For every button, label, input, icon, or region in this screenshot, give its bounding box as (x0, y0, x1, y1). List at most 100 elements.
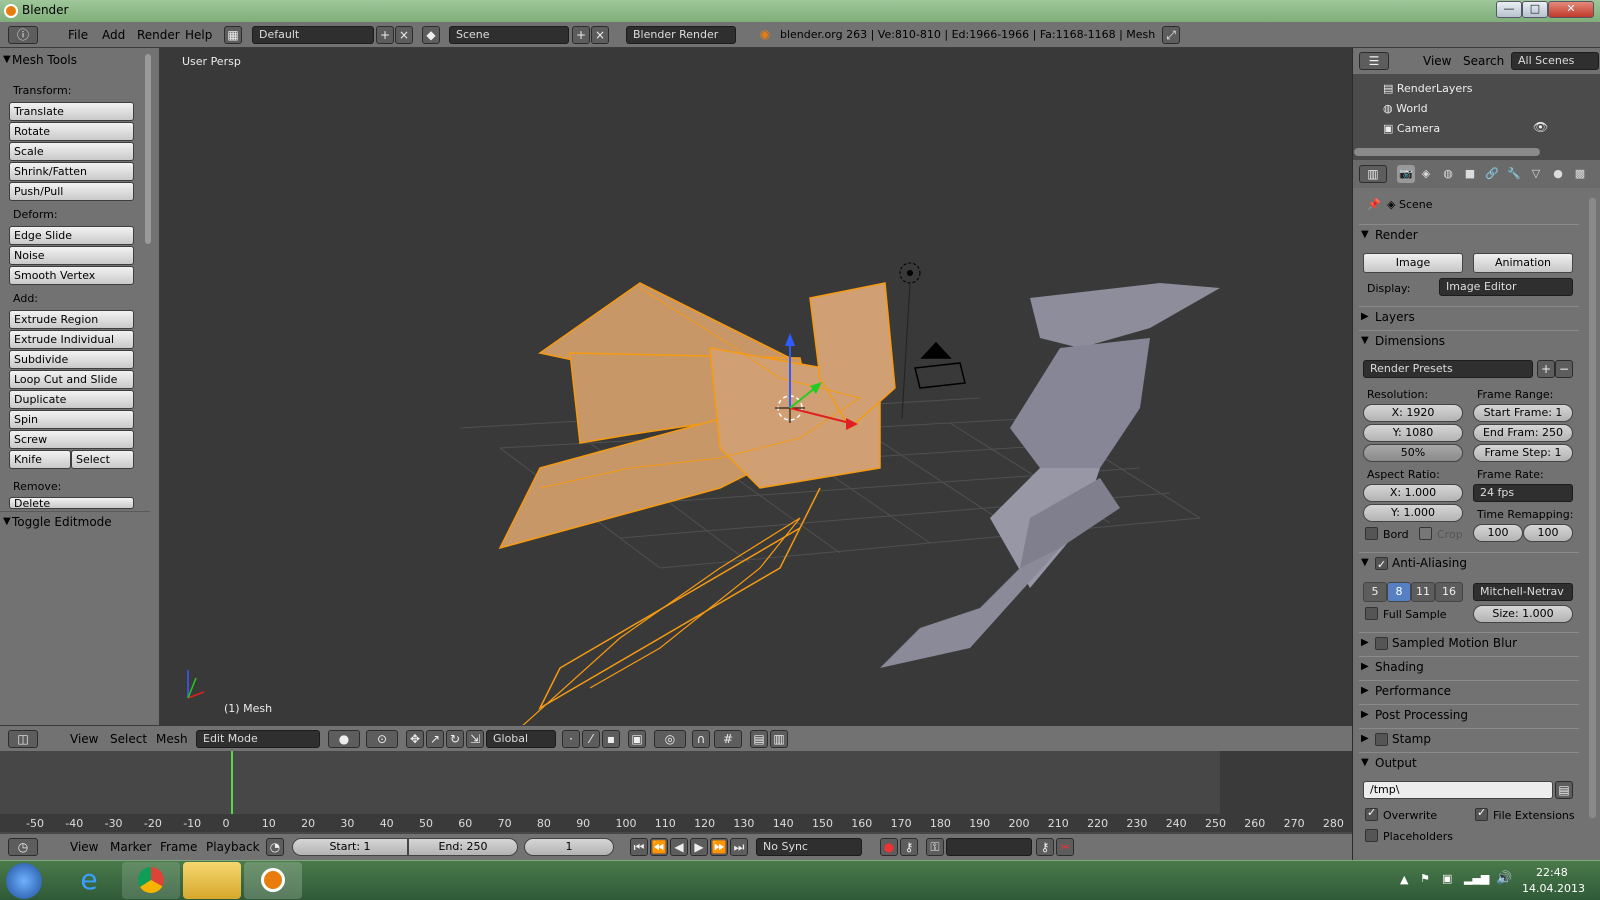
insert-keyframe-icon[interactable]: ⚷ (1036, 838, 1054, 856)
extrude-region-button[interactable]: Extrude Region (9, 310, 134, 329)
duplicate-button[interactable]: Duplicate (9, 390, 134, 409)
aa-size-field[interactable]: Size: 1.000 (1473, 605, 1573, 623)
file-browse-icon[interactable]: ▤ (1555, 781, 1573, 799)
proportional-edit-icon[interactable]: ◎ (654, 730, 686, 748)
scene-icon[interactable]: ◆ (422, 26, 440, 44)
output-section-header[interactable]: ▼ Output (1359, 752, 1579, 772)
remove-layout-icon[interactable]: × (395, 26, 413, 44)
menu-marker[interactable]: Marker (110, 840, 151, 854)
preview-range-icon[interactable]: ◔ (266, 838, 284, 856)
selected-mesh[interactable] (498, 282, 896, 725)
prev-keyframe-icon[interactable]: ⏪ (650, 838, 668, 856)
render-image-button[interactable]: Image (1363, 253, 1463, 273)
screen-layout-icon[interactable]: ▦ (224, 26, 242, 44)
menu-render[interactable]: Render (137, 28, 180, 42)
keying-set-field[interactable] (946, 838, 1032, 856)
shading-section-header[interactable]: ▶ Shading (1359, 656, 1579, 676)
next-keyframe-icon[interactable]: ⏩ (710, 838, 728, 856)
knife-select-button[interactable]: Select (71, 450, 134, 469)
vertex-select-icon[interactable]: · (562, 730, 580, 748)
time-remap-old-field[interactable]: 100 (1473, 524, 1523, 542)
dimensions-section-header[interactable]: ▼ Dimensions (1359, 330, 1579, 350)
scale-button[interactable]: Scale (9, 142, 134, 161)
screw-button[interactable]: Screw (9, 430, 134, 449)
motion-blur-checkbox[interactable] (1375, 637, 1388, 650)
aspect-y-field[interactable]: Y: 1.000 (1363, 504, 1463, 522)
aa-samples-5[interactable]: 5 (1363, 582, 1387, 602)
post-processing-section-header[interactable]: ▶ Post Processing (1359, 704, 1579, 724)
modifiers-tab-icon[interactable]: 🔧 (1505, 165, 1523, 183)
action-center-flag-icon[interactable]: ⚑ (1420, 872, 1430, 885)
start-frame-field[interactable]: Start Frame: 1 (1473, 404, 1573, 422)
spin-button[interactable]: Spin (9, 410, 134, 429)
outliner-menu-view[interactable]: View (1423, 54, 1451, 68)
menu-add[interactable]: Add (102, 28, 125, 42)
editor-type-icon[interactable]: ⓘ (8, 26, 38, 44)
shrink-fatten-button[interactable]: Shrink/Fatten (9, 162, 134, 181)
menu-view[interactable]: View (70, 732, 98, 746)
editor-type-icon[interactable]: ◫ (8, 730, 38, 748)
current-frame-line[interactable] (231, 751, 233, 814)
render-engine-select[interactable]: Blender Render (626, 26, 736, 44)
stamp-section-header[interactable]: ▶ Stamp (1359, 728, 1579, 748)
minimize-button[interactable]: — (1496, 1, 1522, 18)
world-tab-icon[interactable]: ◍ (1439, 165, 1457, 183)
layers-section-header[interactable]: ▶ Layers (1359, 306, 1579, 326)
aa-samples-8[interactable]: 8 (1387, 582, 1411, 602)
add-scene-icon[interactable]: + (572, 26, 590, 44)
pin-icon[interactable]: 📌 (1367, 198, 1381, 211)
properties-editor-type-icon[interactable]: ▥ (1359, 165, 1387, 183)
transform-orientation-select[interactable]: Global (486, 730, 556, 748)
menu-select[interactable]: Select (110, 732, 147, 746)
jump-start-icon[interactable]: ⏮ (630, 838, 648, 856)
viewport-shading-icon[interactable]: ● (328, 730, 360, 748)
anti-aliasing-checkbox[interactable] (1375, 555, 1388, 575)
edge-slide-button[interactable]: Edge Slide (9, 226, 134, 245)
unselected-mesh[interactable] (880, 283, 1220, 668)
layout-field[interactable]: Default (252, 26, 374, 44)
outliner-filter-select[interactable]: All Scenes (1511, 52, 1599, 70)
tool-shelf-scrollbar[interactable] (145, 54, 151, 244)
outliner-menu-search[interactable]: Search (1463, 54, 1504, 68)
blender-taskbar-icon[interactable] (244, 862, 302, 899)
stamp-checkbox[interactable] (1375, 733, 1388, 746)
render-tab-icon[interactable]: 📷 (1397, 165, 1415, 183)
outliner-h-scrollbar[interactable] (1354, 148, 1540, 156)
display-select[interactable]: Image Editor (1439, 278, 1573, 296)
translate-manipulator-icon[interactable]: ↗ (426, 730, 444, 748)
record-icon[interactable]: ● (880, 838, 898, 856)
render-animation-icon[interactable]: ▥ (770, 730, 788, 748)
show-hidden-icons-icon[interactable]: ▲ (1400, 873, 1408, 886)
menu-file[interactable]: File (68, 28, 88, 42)
output-path-field[interactable]: /tmp\ (1363, 781, 1553, 799)
scene-field[interactable]: Scene (449, 26, 569, 44)
scene-tab-icon[interactable]: ◈ (1417, 165, 1435, 183)
delete-button[interactable]: Delete (9, 497, 134, 509)
resolution-y-field[interactable]: Y: 1080 (1363, 424, 1463, 442)
tray-app-icon[interactable]: ▣ (1442, 872, 1452, 885)
manipulator-toggle-icon[interactable]: ✥ (406, 730, 424, 748)
rotate-button[interactable]: Rotate (9, 122, 134, 141)
play-reverse-icon[interactable]: ◀ (670, 838, 688, 856)
scale-manipulator-icon[interactable]: ⇲ (466, 730, 484, 748)
clock-time[interactable]: 22:48 (1536, 866, 1568, 879)
material-tab-icon[interactable]: ● (1549, 165, 1567, 183)
snap-element-icon[interactable]: # (714, 730, 742, 748)
menu-mesh[interactable]: Mesh (156, 732, 188, 746)
delete-keyframe-icon[interactable]: ✂ (1056, 838, 1074, 856)
maximize-button[interactable]: □ (1522, 1, 1548, 18)
sync-mode-select[interactable]: No Sync (756, 838, 862, 856)
crop-checkbox[interactable] (1419, 527, 1432, 540)
push-pull-button[interactable]: Push/Pull (9, 182, 134, 201)
editor-type-icon[interactable]: ◷ (8, 838, 38, 856)
volume-icon[interactable]: 🔊 (1496, 871, 1512, 886)
outliner-editor-type-icon[interactable]: ☰ (1359, 52, 1389, 70)
motion-blur-section-header[interactable]: ▶ Sampled Motion Blur (1359, 632, 1579, 652)
3d-viewport[interactable]: User Persp (1) Mesh (160, 48, 1352, 725)
full-sample-checkbox[interactable] (1365, 607, 1378, 620)
add-layout-icon[interactable]: + (376, 26, 394, 44)
camera-object[interactable] (914, 341, 966, 389)
subdivide-button[interactable]: Subdivide (9, 350, 134, 369)
edge-select-icon[interactable]: ⁄ (582, 730, 600, 748)
border-checkbox[interactable] (1365, 527, 1378, 540)
